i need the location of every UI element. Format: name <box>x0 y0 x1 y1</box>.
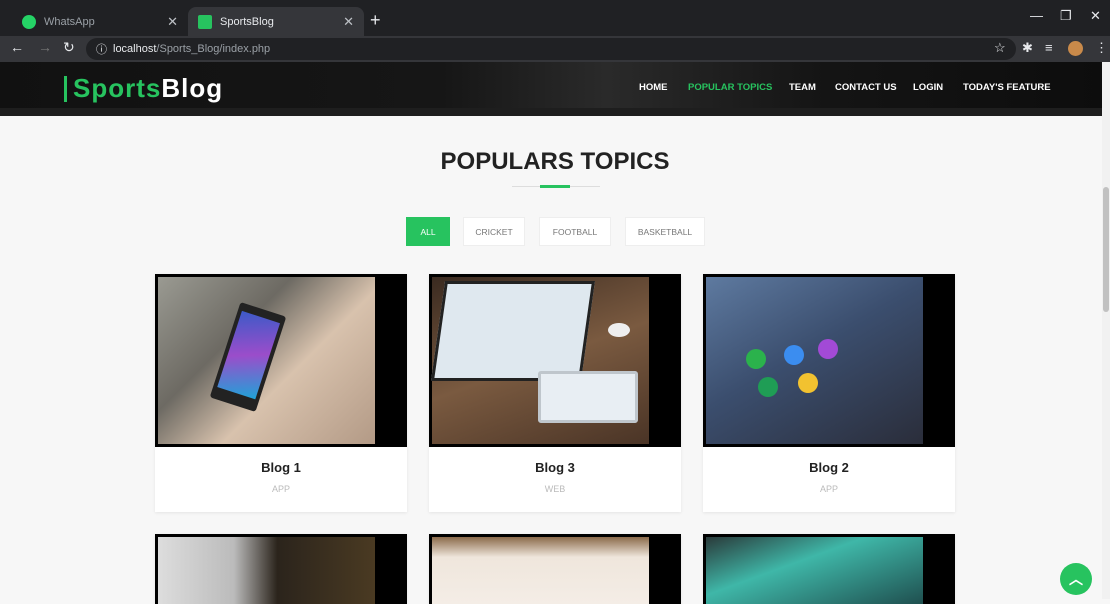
restore-icon[interactable]: ❐ <box>1060 8 1072 24</box>
blog-image <box>155 534 407 604</box>
blog-card[interactable] <box>155 534 407 604</box>
close-tab-icon[interactable]: ✕ <box>343 14 354 30</box>
logo-bar <box>64 75 67 102</box>
phone-apps-photo <box>706 277 923 444</box>
whatsapp-icon <box>22 14 36 29</box>
app-screen-photo <box>706 537 923 604</box>
forward-icon[interactable]: → <box>38 39 52 55</box>
card-title: Blog 2 <box>809 460 849 475</box>
map-photo <box>158 537 375 604</box>
filter-football-button[interactable]: FOOTBALL <box>539 217 611 246</box>
minimize-icon[interactable]: — <box>1030 8 1043 23</box>
back-to-top-button[interactable]: ︿ <box>1060 563 1092 595</box>
blog-card[interactable]: Blog 1 APP <box>155 274 407 512</box>
info-icon[interactable]: ⓘ <box>96 41 107 57</box>
back-icon[interactable]: ← <box>10 39 24 55</box>
site-header: Sports Blog HOME POPULAR TOPICS TEAM CONT… <box>0 62 1102 116</box>
card-category: APP <box>271 484 290 494</box>
close-window-icon[interactable]: ✕ <box>1090 8 1101 24</box>
nav-todays-feature[interactable]: TODAY'S FEATURE <box>963 82 1051 93</box>
url-host: localhost <box>113 43 157 55</box>
tablet-photo <box>432 537 649 604</box>
reload-icon[interactable]: ↻ <box>63 39 75 56</box>
url-input[interactable]: ⓘ localhost/Sports_Blog/index.php <box>86 38 1016 60</box>
filter-cricket-button[interactable]: CRICKET <box>463 217 525 246</box>
blog-image <box>429 534 681 604</box>
close-tab-icon[interactable]: ✕ <box>167 14 178 30</box>
blog-card[interactable] <box>429 534 681 604</box>
blog-card[interactable] <box>703 534 955 604</box>
logo-white-text: Blog <box>161 73 224 103</box>
menu-icon[interactable]: ⋮ <box>1095 40 1108 56</box>
chevron-up-icon: ︿ <box>1069 571 1083 587</box>
page-scrollbar[interactable] <box>1102 62 1110 599</box>
section-title: POPULARS TOPICS <box>440 148 670 175</box>
card-category: APP <box>819 484 838 494</box>
media-control-icon[interactable]: ≡ <box>1045 40 1053 55</box>
nav-contact-us[interactable]: CONTACT US <box>835 82 897 93</box>
card-title: Blog 3 <box>535 460 575 475</box>
sportsblog-favicon-icon <box>198 14 212 29</box>
site-logo[interactable]: Sports Blog <box>64 73 223 104</box>
card-category: WEB <box>544 484 566 494</box>
scrollbar-thumb[interactable] <box>1103 187 1109 312</box>
bookmark-star-icon[interactable]: ☆ <box>994 40 1006 56</box>
blog-image <box>429 274 681 447</box>
nav-team[interactable]: TEAM <box>789 82 816 93</box>
tab-title: SportsBlog <box>220 15 274 28</box>
blog-card[interactable]: Blog 3 WEB <box>429 274 681 512</box>
tab-sportsblog[interactable]: SportsBlog ✕ <box>188 7 364 36</box>
nav-login[interactable]: LOGIN <box>913 82 943 93</box>
extensions-icon[interactable]: ✱ <box>1022 40 1033 56</box>
blog-image <box>703 534 955 604</box>
blog-image <box>155 274 407 447</box>
browser-tab-bar: WhatsApp ✕ SportsBlog ✕ + — ❐ ✕ <box>0 0 1110 36</box>
tab-whatsapp[interactable]: WhatsApp ✕ <box>12 7 188 36</box>
logo-green-text: Sports <box>73 73 162 103</box>
url-path: /Sports_Blog/index.php <box>156 43 271 55</box>
blog-image <box>703 274 955 447</box>
phone-photo <box>158 277 375 444</box>
blog-card[interactable]: Blog 2 APP <box>703 274 955 512</box>
filter-all-button[interactable]: ALL <box>406 217 450 246</box>
address-bar-row: ← → ↻ ⓘ localhost/Sports_Blog/index.php … <box>0 36 1110 62</box>
nav-popular-topics[interactable]: POPULAR TOPICS <box>688 82 772 93</box>
laptop-photo <box>430 277 649 444</box>
nav-home[interactable]: HOME <box>639 82 668 93</box>
filter-basketball-button[interactable]: BASKETBALL <box>625 217 705 246</box>
title-underline <box>512 185 600 188</box>
new-tab-icon[interactable]: + <box>370 10 381 31</box>
card-title: Blog 1 <box>261 460 301 475</box>
tab-title: WhatsApp <box>44 15 95 28</box>
profile-avatar[interactable] <box>1068 41 1083 56</box>
